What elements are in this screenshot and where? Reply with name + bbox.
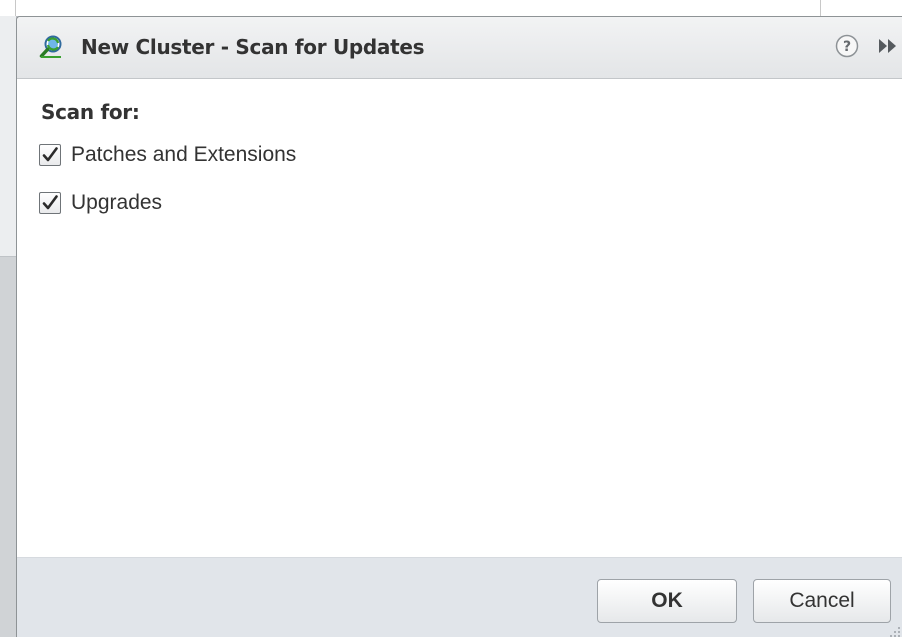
background-app-panel	[0, 16, 16, 256]
svg-text:?: ?	[843, 39, 851, 55]
resize-grip-icon[interactable]	[887, 624, 901, 637]
dialog-footer: OK Cancel	[17, 557, 902, 637]
fast-forward-icon[interactable]	[877, 37, 901, 55]
dialog-titlebar: New Cluster - Scan for Updates ?	[17, 17, 902, 79]
background-app-header	[0, 0, 902, 16]
ok-button[interactable]: OK	[597, 579, 737, 623]
checkmark-icon	[42, 147, 58, 162]
background-divider	[15, 0, 16, 16]
scan-for-label: Scan for:	[41, 100, 140, 124]
dialog-content: Scan for: Patches and Extensions Upgrade…	[17, 80, 902, 557]
checkmark-icon	[42, 195, 58, 210]
patches-extensions-checkbox[interactable]	[39, 144, 61, 166]
patches-extensions-label: Patches and Extensions	[71, 143, 297, 166]
background-divider	[0, 256, 16, 257]
help-icon[interactable]: ?	[835, 34, 859, 58]
upgrades-label: Upgrades	[71, 191, 163, 214]
scan-for-updates-dialog: New Cluster - Scan for Updates ? Scan fo…	[16, 16, 902, 637]
scan-cluster-icon	[39, 35, 63, 59]
upgrades-option[interactable]: Upgrades	[39, 190, 162, 216]
cancel-button[interactable]: Cancel	[753, 579, 891, 623]
background-divider	[820, 0, 821, 16]
upgrades-checkbox[interactable]	[39, 192, 61, 214]
dialog-title: New Cluster - Scan for Updates	[81, 35, 425, 59]
patches-extensions-option[interactable]: Patches and Extensions	[39, 142, 296, 168]
